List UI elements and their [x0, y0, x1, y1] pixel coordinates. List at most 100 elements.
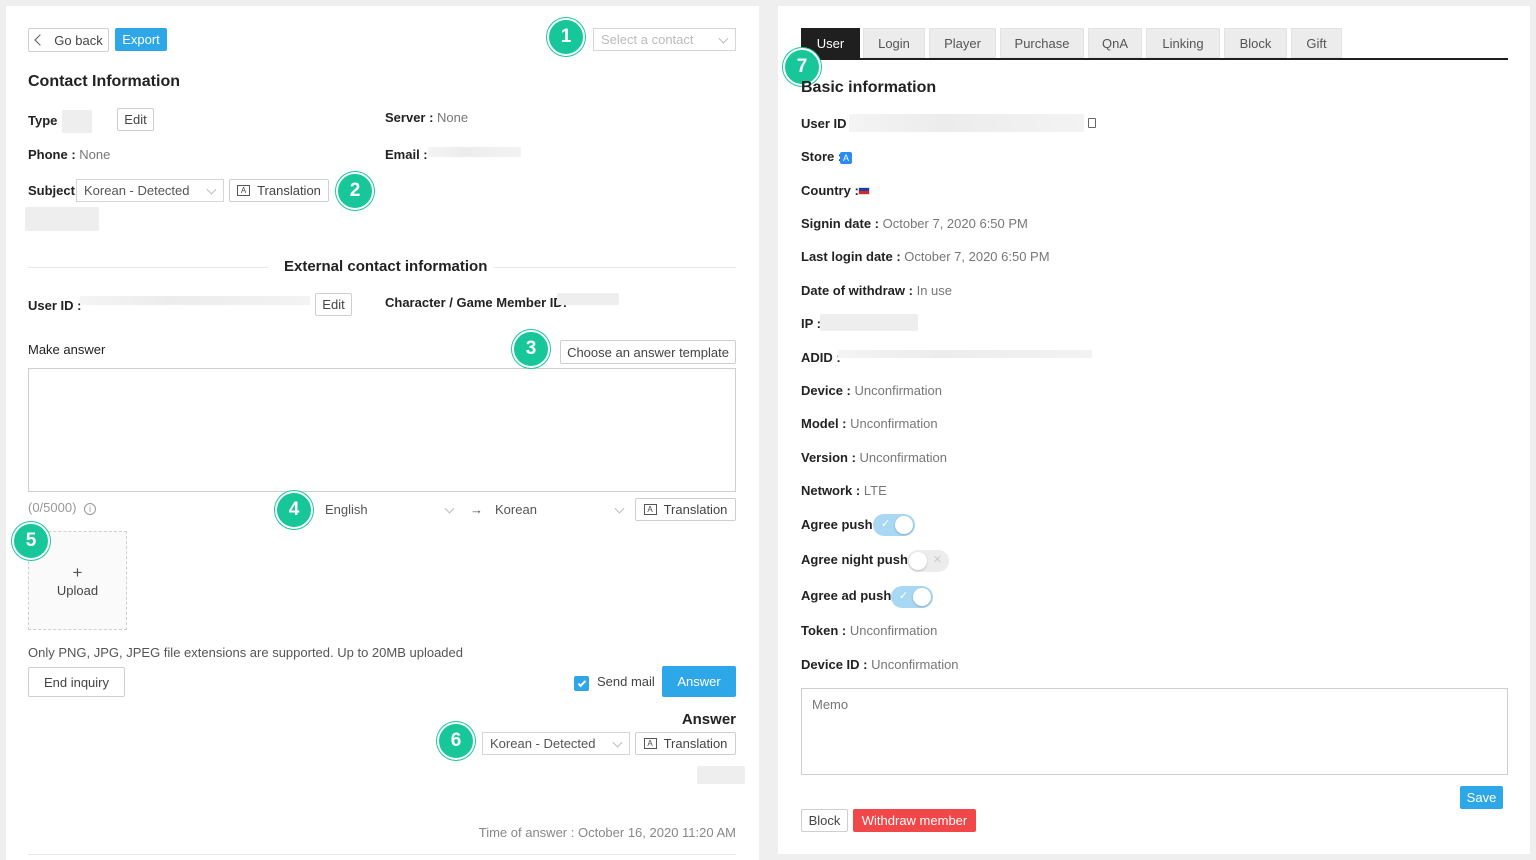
- tab-purchase[interactable]: Purchase: [1000, 28, 1084, 58]
- device-id-value: Unconfirmation: [871, 657, 959, 672]
- make-answer-row: Make answer: [28, 342, 105, 357]
- chevron-left-icon: [34, 34, 46, 46]
- phone-value: None: [79, 147, 111, 162]
- tab-linking[interactable]: Linking: [1146, 28, 1220, 58]
- ip-label: IP :: [801, 316, 821, 331]
- tab-player[interactable]: Player: [929, 28, 996, 58]
- model-label: Model :: [801, 416, 847, 431]
- chevron-down-icon: [206, 184, 217, 195]
- end-inquiry-label: End inquiry: [43, 674, 110, 690]
- toggle-knob: [909, 552, 927, 570]
- agree-night-push-toggle[interactable]: ✕: [907, 550, 949, 572]
- country-row: Country :: [801, 183, 859, 198]
- edit-label: Edit: [124, 112, 147, 127]
- email-row: Email :: [385, 147, 428, 162]
- subject-row: Subject: [28, 183, 75, 198]
- withdraw-label: Date of withdraw :: [801, 283, 913, 298]
- type-edit-button[interactable]: Edit: [117, 108, 154, 131]
- choose-template-button[interactable]: Choose an answer template: [560, 340, 736, 364]
- choose-template-label: Choose an answer template: [567, 344, 729, 360]
- send-mail-label: Send mail: [597, 674, 655, 689]
- agree-push-label: Agree push :: [801, 517, 881, 532]
- from-language-select[interactable]: English: [325, 502, 455, 517]
- withdraw-value: In use: [916, 283, 952, 298]
- save-button[interactable]: Save: [1460, 786, 1503, 809]
- select-contact-dropdown[interactable]: Select a contact: [593, 28, 736, 51]
- answer-translation-button-2[interactable]: A Translation: [635, 732, 736, 755]
- answer-language-value: Korean - Detected: [490, 736, 596, 751]
- adid-label: ADID :: [801, 350, 841, 365]
- end-inquiry-button[interactable]: End inquiry: [28, 667, 125, 697]
- toggle-knob: [895, 516, 913, 534]
- callout-badge-3: 3: [512, 330, 550, 368]
- export-button[interactable]: Export: [115, 28, 167, 51]
- file-note: Only PNG, JPG, JPEG file extensions are …: [28, 645, 463, 660]
- send-mail-checkbox[interactable]: [574, 676, 589, 691]
- model-value: Unconfirmation: [850, 416, 938, 431]
- translation-label: Translation: [663, 736, 728, 751]
- version-row: Version : Unconfirmation: [801, 450, 947, 465]
- external-user-id-edit-button[interactable]: Edit: [315, 293, 352, 316]
- type-row: Type :: [28, 113, 65, 128]
- info-icon: i: [84, 503, 97, 515]
- save-label: Save: [1466, 790, 1497, 805]
- server-label: Server :: [385, 110, 434, 125]
- callout-badge-6: 6: [437, 722, 475, 760]
- upload-label: Upload: [56, 582, 99, 598]
- block-button[interactable]: Block: [801, 809, 848, 832]
- agree-ad-push-label: Agree ad push :: [801, 588, 900, 603]
- check-icon: [577, 678, 586, 687]
- export-label: Export: [122, 32, 160, 47]
- withdraw-member-button[interactable]: Withdraw member: [853, 809, 976, 832]
- check-icon: ✓: [899, 590, 909, 602]
- to-language-select[interactable]: Korean: [495, 502, 625, 517]
- plus-icon: +: [72, 562, 83, 582]
- agree-ad-push-toggle[interactable]: ✓: [891, 586, 933, 608]
- answer-textarea[interactable]: [28, 368, 736, 492]
- go-back-button[interactable]: Go back: [28, 28, 109, 52]
- last-login-row: Last login date : October 7, 2020 6:50 P…: [801, 249, 1050, 264]
- translation-label: Translation: [257, 183, 321, 198]
- device-id-label: Device ID :: [801, 657, 868, 672]
- from-language-value: English: [325, 502, 368, 517]
- device-id-row: Device ID : Unconfirmation: [801, 657, 959, 672]
- network-row: Network : LTE: [801, 483, 887, 498]
- subject-translation-button[interactable]: A Translation: [229, 179, 329, 202]
- memo-textarea[interactable]: [801, 688, 1508, 775]
- store-row: Store :: [801, 149, 842, 164]
- subject-language-select[interactable]: Korean - Detected: [76, 179, 224, 202]
- token-label: Token :: [801, 623, 847, 638]
- callout-badge-5: 5: [12, 522, 50, 560]
- answer-button[interactable]: Answer: [662, 666, 736, 697]
- type-value: [62, 110, 92, 133]
- external-user-id-value: [80, 296, 310, 305]
- chevron-down-icon: [444, 503, 455, 514]
- character-value: [557, 293, 619, 305]
- agree-ad-push-row: Agree ad push :: [801, 588, 899, 603]
- withdraw-row: Date of withdraw : In use: [801, 283, 952, 298]
- translate-icon: A: [643, 504, 657, 515]
- copy-icon[interactable]: [1088, 118, 1096, 128]
- app-store-icon: A: [840, 152, 852, 164]
- answer-translation-button[interactable]: A Translation: [635, 498, 736, 521]
- phone-row: Phone : None: [28, 147, 110, 162]
- tab-login[interactable]: Login: [863, 28, 925, 58]
- external-user-id-label: User ID :: [28, 298, 82, 313]
- flag-icon: [858, 187, 870, 195]
- answer-title: Answer: [681, 711, 736, 728]
- block-label: Block: [808, 813, 841, 828]
- agree-night-push-row: Agree night push :: [801, 552, 916, 567]
- chevron-down-icon: [718, 33, 729, 44]
- subject-label: Subject: [28, 183, 75, 198]
- email-label: Email :: [385, 147, 428, 162]
- ip-value: [820, 314, 918, 331]
- tab-block[interactable]: Block: [1224, 28, 1287, 58]
- version-label: Version :: [801, 450, 856, 465]
- tab-gift[interactable]: Gift: [1291, 28, 1342, 58]
- agree-push-toggle[interactable]: ✓: [873, 514, 915, 536]
- bottom-divider: [28, 854, 736, 855]
- tab-qna[interactable]: QnA: [1088, 28, 1142, 58]
- character-label: Character / Game Member ID:: [385, 295, 568, 310]
- answer-language-select[interactable]: Korean - Detected: [482, 732, 630, 755]
- version-value: Unconfirmation: [859, 450, 947, 465]
